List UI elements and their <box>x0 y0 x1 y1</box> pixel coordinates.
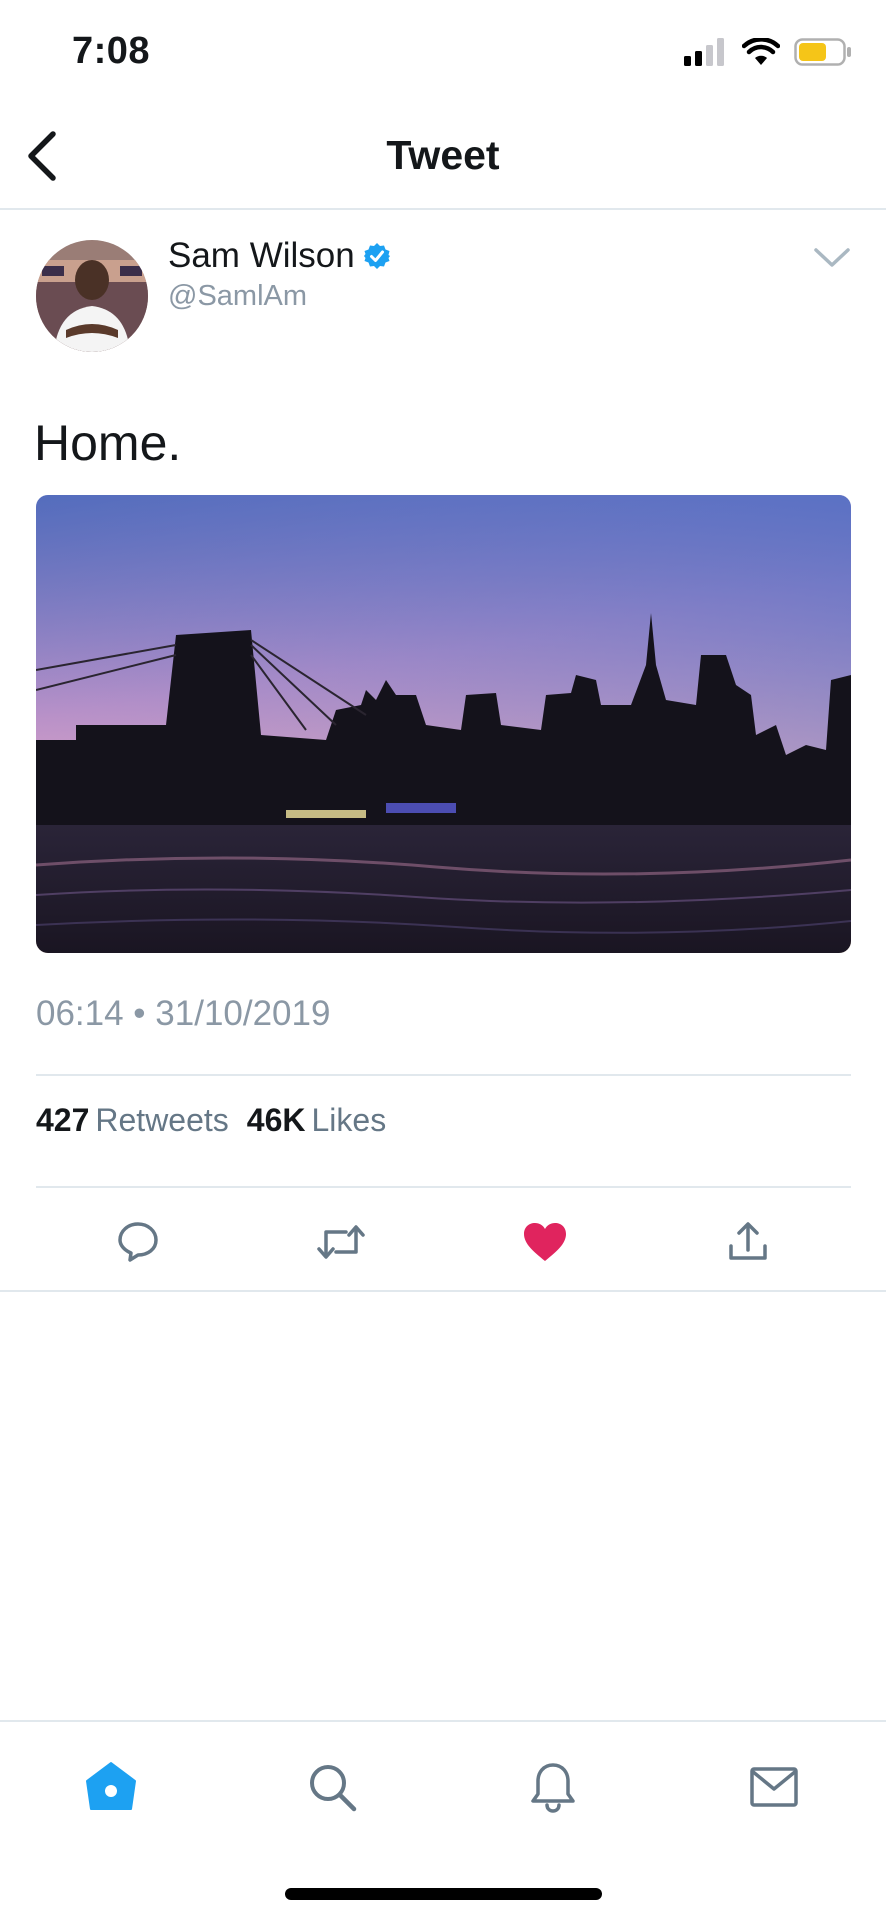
mail-icon <box>750 1767 798 1807</box>
retweets-count: 427 <box>36 1102 90 1138</box>
signal-icon <box>684 38 724 66</box>
wifi-icon <box>742 38 780 65</box>
search-icon <box>310 1765 357 1812</box>
avatar[interactable] <box>36 240 148 352</box>
page-title: Tweet <box>386 132 500 178</box>
tab-notifications[interactable] <box>518 1752 588 1822</box>
tab-messages[interactable] <box>739 1752 809 1822</box>
share-icon <box>729 1222 767 1260</box>
chevron-down-icon <box>814 248 850 267</box>
tweet-text: Home. <box>34 415 182 471</box>
tweet-options-button[interactable] <box>808 238 856 278</box>
author-handle[interactable]: @SamlAm <box>168 280 307 313</box>
tweet-actions-bar <box>0 1190 886 1292</box>
likes-label: Likes <box>311 1102 387 1138</box>
tab-search[interactable] <box>297 1752 367 1822</box>
battery-icon <box>794 38 851 66</box>
tweet-timestamp[interactable]: 06:14 • 31/10/2019 <box>36 994 330 1034</box>
home-indicator[interactable] <box>285 1888 602 1900</box>
city-skyline-photo <box>36 495 851 953</box>
status-icons <box>684 38 852 66</box>
avatar-photo <box>36 240 148 352</box>
tweet-media-photo[interactable] <box>36 495 851 953</box>
tab-home[interactable] <box>76 1752 146 1822</box>
like-icon <box>524 1223 566 1261</box>
author-display-name[interactable]: Sam Wilson <box>168 236 391 276</box>
divider <box>36 1186 851 1188</box>
reply-button[interactable] <box>108 1212 168 1272</box>
divider <box>36 1074 851 1076</box>
retweets-label: Retweets <box>95 1102 229 1138</box>
reply-icon <box>118 1222 158 1262</box>
verified-badge-icon <box>363 243 390 269</box>
like-button[interactable] <box>515 1212 575 1272</box>
retweets-stat[interactable]: 427 Retweets <box>36 1102 229 1139</box>
share-button[interactable] <box>718 1212 778 1272</box>
likes-count: 46K <box>246 1102 306 1138</box>
bell-icon <box>531 1763 575 1813</box>
retweet-icon <box>317 1225 365 1259</box>
tweet-stats: 427 Retweets 46K Likes <box>36 1102 386 1139</box>
home-icon <box>86 1762 136 1810</box>
status-time: 7:08 <box>72 30 151 72</box>
likes-stat[interactable]: 46K Likes <box>247 1102 386 1139</box>
nav-header: Tweet <box>0 100 886 210</box>
author-name: Sam Wilson <box>168 236 355 275</box>
retweet-button[interactable] <box>311 1212 371 1272</box>
